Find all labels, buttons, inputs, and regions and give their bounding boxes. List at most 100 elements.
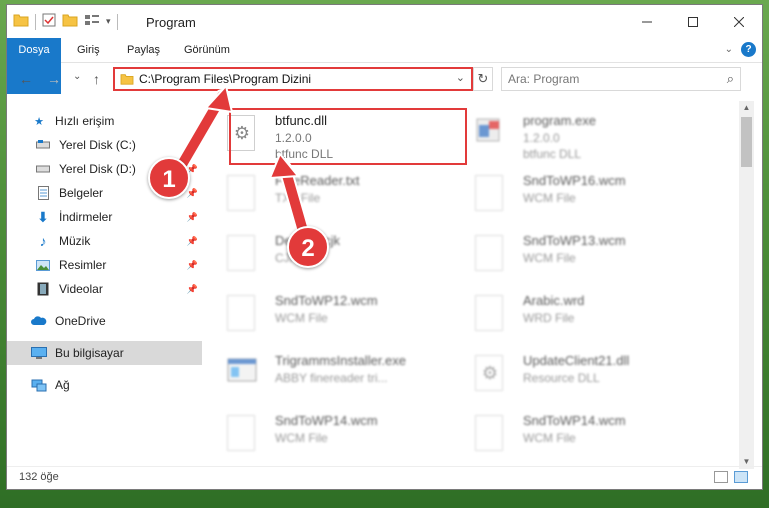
title-bar: ▾ Program (7, 5, 762, 38)
file-highlight-frame (229, 108, 467, 165)
folder-icon (120, 73, 134, 88)
step-1-badge: 1 (148, 157, 190, 199)
file-icon (475, 295, 503, 331)
close-icon (734, 16, 744, 27)
forward-arrow-icon[interactable]: → (47, 71, 61, 87)
nav-item-videos[interactable]: Videolar 📌 (7, 277, 202, 301)
nav-item-label: Ağ (55, 378, 70, 392)
video-icon (35, 282, 51, 296)
close-button[interactable] (716, 5, 762, 38)
file-item[interactable]: Arabic.wrd WRD File (455, 287, 695, 343)
nav-item-this-pc[interactable]: Bu bilgisayar (7, 341, 202, 365)
tab-share[interactable]: Paylaş (127, 38, 160, 62)
maximize-button[interactable] (670, 5, 716, 38)
tab-home[interactable]: Giriş (77, 38, 100, 62)
file-item[interactable]: SndToWP12.wcm WCM File (207, 287, 447, 343)
address-path: C:\Program Files\Program Dizini (139, 72, 312, 86)
nav-item-network[interactable]: Ağ (7, 373, 202, 397)
ribbon-tabs: Dosya Giriş Paylaş Görünüm ⌄ ? (7, 38, 762, 94)
file-type: WRD File (523, 311, 575, 325)
nav-item-label: Yerel Disk (D:) (59, 162, 136, 176)
vertical-scrollbar[interactable]: ▲ ▼ (739, 101, 754, 469)
pin-icon: 📌 (186, 187, 198, 198)
file-type: WCM File (523, 251, 576, 265)
folder-icon (13, 13, 29, 30)
recent-locations-chevron-icon[interactable]: ⌄ (73, 71, 81, 82)
properties-icon[interactable] (42, 13, 56, 30)
file-icon (227, 295, 255, 331)
navigation-pane: ★ Hızlı erişim Yerel Disk (C:) Yerel Dis… (7, 101, 202, 461)
file-item[interactable]: ⚙ UpdateClient21.dll Resource DLL (455, 347, 695, 403)
help-button[interactable]: ? (741, 42, 756, 57)
file-name: SndToWP14.wcm (275, 413, 378, 428)
nav-item-label: Hızlı erişim (55, 114, 115, 128)
file-type: TXT File (275, 191, 321, 205)
file-type: ABBY finereader tri... (275, 371, 388, 385)
file-item[interactable]: FineReader.txt TXT File (207, 167, 447, 223)
file-icon (475, 175, 503, 211)
nav-item-onedrive[interactable]: OneDrive (7, 309, 202, 333)
file-name: SndToWP16.wcm (523, 173, 626, 188)
minimize-icon (642, 21, 652, 22)
star-icon: ★ (34, 115, 44, 128)
file-item[interactable]: SndToWP14.wcm WCM File (455, 407, 695, 463)
nav-item-label: OneDrive (55, 314, 106, 328)
explorer-window: ▾ Program Dosya Giriş Paylaş Görünüm ⌄ ?… (6, 4, 763, 490)
file-icon (227, 235, 255, 271)
drive-icon (35, 162, 51, 176)
step-2-badge: 2 (287, 226, 329, 268)
chevron-down-icon[interactable]: ⌄ (456, 71, 465, 84)
file-item-program-exe[interactable]: program.exe 1.2.0.0 btfunc DLL (455, 107, 695, 163)
file-icon (475, 235, 503, 271)
window-controls (624, 5, 762, 38)
new-folder-icon[interactable] (62, 13, 78, 30)
drive-icon (35, 138, 51, 152)
address-bar[interactable]: C:\Program Files\Program Dizini ⌄ (113, 67, 473, 91)
file-item[interactable]: SndToWP14.wcm WCM File (207, 407, 447, 463)
gear-icon: ⚙ (481, 363, 499, 383)
nav-item-downloads[interactable]: ⬇ İndirmeler 📌 (7, 205, 202, 229)
scroll-up-icon[interactable]: ▲ (739, 101, 754, 115)
chevron-down-icon[interactable]: ⌄ (725, 44, 733, 55)
back-arrow-icon[interactable]: ← (19, 71, 33, 87)
navigation-row: ← → ⌄ ↑ C:\Program Files\Program Dizini … (7, 63, 762, 96)
minimize-button[interactable] (624, 5, 670, 38)
up-arrow-icon[interactable]: ↑ (93, 71, 100, 87)
file-version: 1.2.0.0 (523, 131, 560, 145)
view-toggles (714, 471, 748, 483)
tab-view[interactable]: Görünüm (184, 38, 230, 62)
view-options-icon[interactable] (84, 13, 100, 30)
pin-icon: 📌 (186, 235, 198, 246)
nav-item-local-disk-c[interactable]: Yerel Disk (C:) (7, 133, 202, 157)
file-item[interactable]: SndToWP13.wcm WCM File (455, 227, 695, 283)
file-item[interactable]: SndToWP16.wcm WCM File (455, 167, 695, 223)
pin-icon: 📌 (186, 259, 198, 270)
chevron-down-icon[interactable]: ▾ (106, 16, 111, 27)
search-input[interactable]: Ara: Program (508, 72, 579, 86)
search-box[interactable]: Ara: Program ⌕ (501, 67, 741, 91)
refresh-button[interactable]: ↻ (473, 67, 493, 91)
download-icon: ⬇ (37, 208, 49, 225)
pin-icon: 📌 (186, 283, 198, 294)
network-icon (31, 378, 47, 392)
nav-item-music[interactable]: ♪ Müzik 📌 (7, 229, 202, 253)
image-icon (35, 258, 51, 272)
details-view-icon[interactable] (714, 471, 728, 483)
nav-item-pictures[interactable]: Resimler 📌 (7, 253, 202, 277)
nav-item-label: Bu bilgisayar (55, 346, 124, 360)
maximize-icon (688, 16, 698, 27)
quick-access-toolbar: ▾ (13, 13, 118, 30)
scrollbar-thumb[interactable] (741, 117, 752, 167)
file-type: WCM File (523, 431, 576, 445)
file-type: Resource DLL (523, 371, 600, 385)
nav-item-quick-access[interactable]: ★ Hızlı erişim (7, 109, 202, 133)
file-item[interactable]: TrigrammsInstaller.exe ABBY finereader t… (207, 347, 447, 403)
file-icon (227, 415, 255, 451)
refresh-icon: ↻ (477, 71, 489, 86)
tiles-view-icon[interactable] (734, 471, 748, 483)
file-name: Arabic.wrd (523, 293, 585, 308)
nav-item-label: İndirmeler (59, 210, 113, 224)
nav-item-label: Resimler (59, 258, 107, 272)
file-list: ⚙ btfunc.dll 1.2.0.0 btfunc DLL program.… (207, 101, 737, 461)
status-bar: 132 öğe (7, 466, 762, 489)
